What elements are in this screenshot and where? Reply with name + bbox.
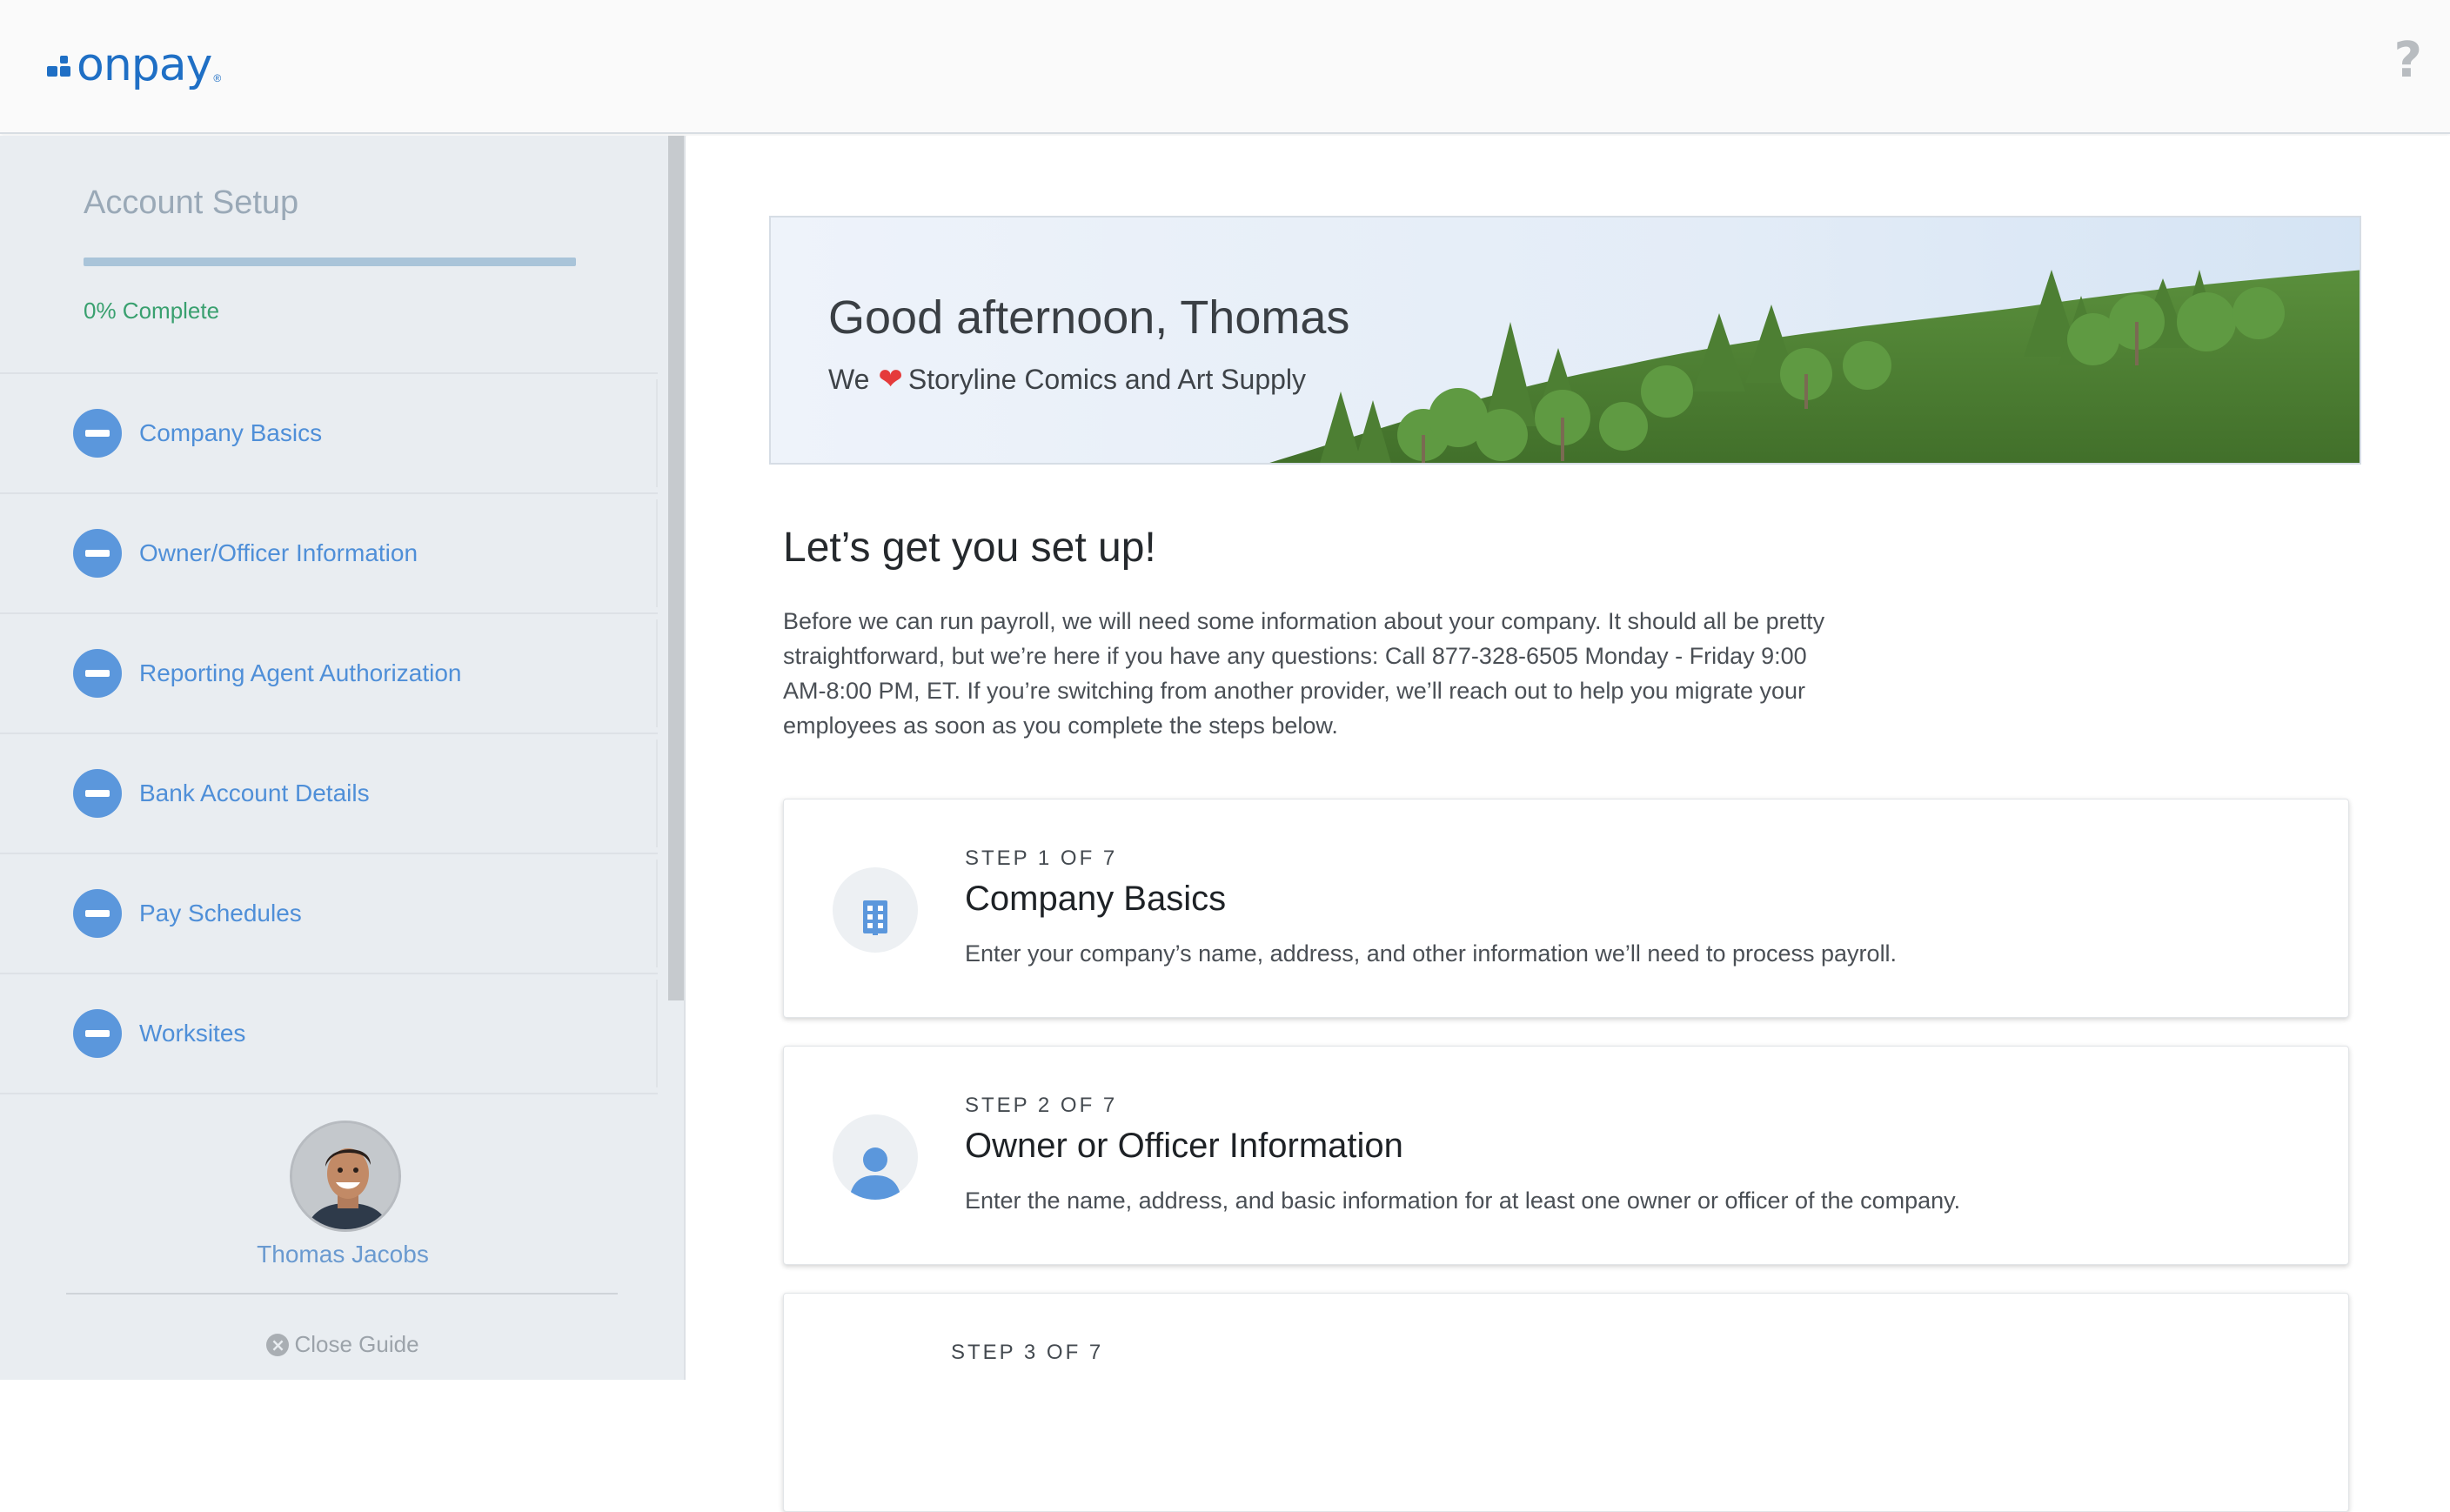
intro-line: straightforward, but we’re here if you h… (783, 643, 1807, 669)
sidebar-item-bank-account[interactable]: Bank Account Details (0, 733, 658, 853)
logo-mark-icon (47, 56, 73, 82)
setup-progress-bar (84, 258, 576, 266)
top-bar: onpay ® ? (0, 0, 2450, 134)
sidebar-item-reporting-agent[interactable]: Reporting Agent Authorization (0, 612, 658, 733)
close-guide-label: Close Guide (294, 1331, 419, 1357)
step-number: STEP 3 OF 7 (951, 1341, 1104, 1364)
step-card-company-basics[interactable]: STEP 1 OF 7 Company Basics Enter your co… (783, 799, 2349, 1018)
sidebar-list-divider (0, 1093, 658, 1094)
company-name: Storyline Comics and Art Supply (907, 363, 1307, 395)
onpay-logo[interactable]: onpay ® (47, 35, 221, 96)
close-icon: × (266, 1333, 290, 1356)
intro-paragraph: Before we can run payroll, we will need … (783, 604, 1888, 743)
intro-line: AM-8:00 PM, ET. If you’re switching from… (783, 678, 1806, 704)
page-title: Let’s get you set up! (783, 525, 1156, 571)
step-number: STEP 1 OF 7 (965, 846, 1118, 870)
step-title: Company Basics (965, 880, 1227, 918)
logo-registered-mark: ® (213, 72, 222, 84)
sidebar-item-worksites[interactable]: Worksites (0, 973, 658, 1093)
intro-line: Before we can run payroll, we will need … (783, 608, 1825, 634)
sidebar-divider (66, 1293, 618, 1295)
minus-circle-icon (73, 889, 122, 938)
minus-circle-icon (73, 1009, 122, 1058)
sidebar-item-label: Reporting Agent Authorization (139, 659, 462, 686)
close-guide-button[interactable]: × Close Guide (0, 1331, 684, 1358)
sidebar-item-owner-officer[interactable]: Owner/Officer Information (0, 492, 658, 612)
sidebar-title: Account Setup (84, 184, 299, 221)
user-name[interactable]: Thomas Jacobs (0, 1241, 684, 1268)
step-description: Enter the name, address, and basic infor… (965, 1188, 1961, 1214)
step-number: STEP 2 OF 7 (965, 1094, 1118, 1117)
minus-circle-icon (73, 409, 122, 458)
tagline-prefix: We (828, 363, 870, 395)
avatar[interactable] (290, 1121, 401, 1232)
sidebar-item-label: Bank Account Details (139, 779, 370, 806)
minus-circle-icon (73, 529, 122, 578)
step-description: Enter your company’s name, address, and … (965, 940, 1898, 967)
heart-icon: ❤ (878, 362, 903, 397)
user-photo-icon (292, 1123, 398, 1229)
setup-steps-nav: Company Basics Owner/Officer Information… (0, 372, 658, 1094)
sidebar-item-label: Company Basics (139, 419, 323, 446)
sidebar-item-label: Worksites (139, 1020, 246, 1047)
company-tagline: We ❤ Storyline Comics and Art Supply (828, 362, 1306, 397)
setup-guide-sidebar: Account Setup 0% Complete Company Basics… (0, 136, 686, 1380)
step-card-owner-officer[interactable]: STEP 2 OF 7 Owner or Officer Information… (783, 1046, 2349, 1265)
greeting-banner: Good afternoon, Thomas We ❤ Storyline Co… (769, 216, 2361, 465)
step-card-step-3[interactable]: STEP 3 OF 7 (783, 1293, 2349, 1512)
progress-text: 0% Complete (84, 298, 220, 324)
building-icon (833, 867, 918, 953)
sidebar-scrollbar[interactable] (668, 136, 684, 1000)
sidebar-item-label: Owner/Officer Information (139, 539, 418, 566)
intro-line: employees as soon as you complete the st… (783, 713, 1338, 739)
help-icon[interactable]: ? (2394, 37, 2422, 85)
person-icon (833, 1114, 918, 1200)
minus-circle-icon (73, 769, 122, 818)
forest-hill-illustration (1269, 270, 2360, 463)
logo-text: onpay (77, 39, 212, 91)
sidebar-item-pay-schedules[interactable]: Pay Schedules (0, 853, 658, 973)
sidebar-item-company-basics[interactable]: Company Basics (0, 372, 658, 492)
minus-circle-icon (73, 649, 122, 698)
main-content: Good afternoon, Thomas We ❤ Storyline Co… (687, 136, 2450, 1512)
sidebar-item-label: Pay Schedules (139, 900, 302, 927)
greeting-text: Good afternoon, Thomas (828, 291, 1350, 344)
step-title: Owner or Officer Information (965, 1127, 1403, 1165)
